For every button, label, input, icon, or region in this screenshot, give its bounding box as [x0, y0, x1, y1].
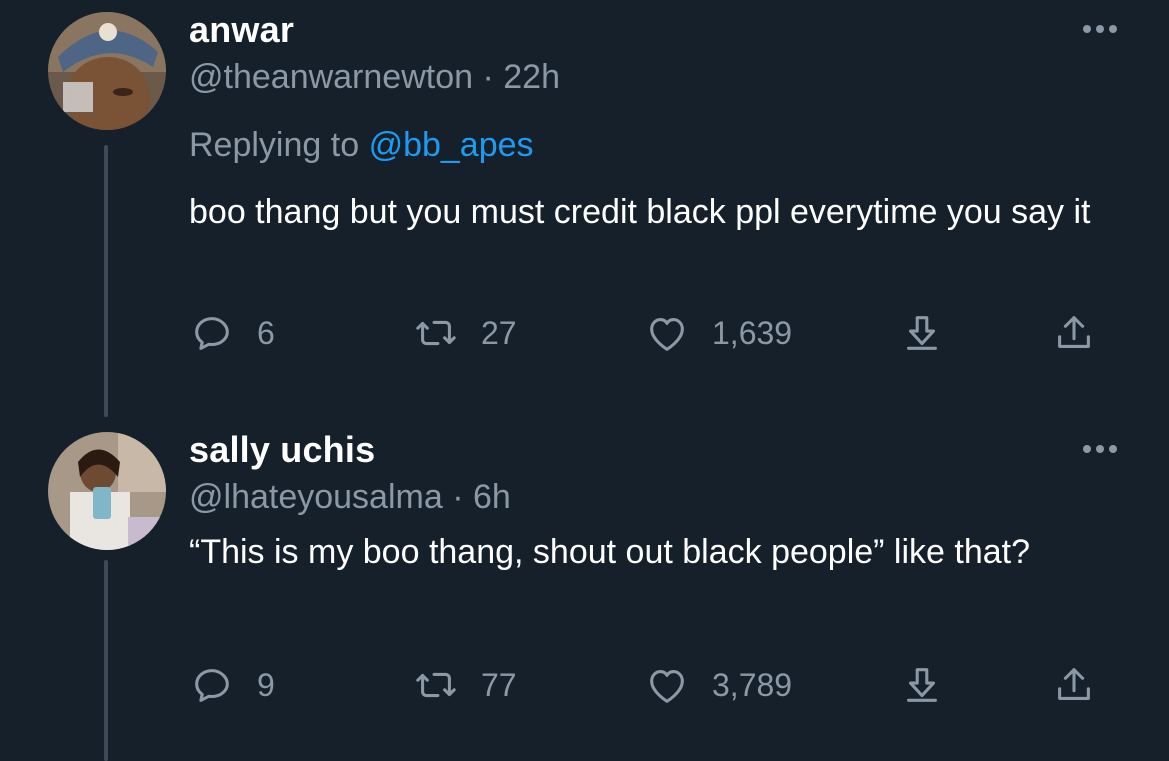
retweet-icon — [416, 320, 456, 346]
like-count: 1,639 — [712, 314, 793, 351]
retweet-button[interactable]: 77 — [413, 660, 517, 710]
tweet-sally[interactable]: sally uchis @lhateyousalma · 6h “This is… — [0, 420, 1169, 761]
like-button[interactable]: 3,789 — [644, 660, 792, 710]
tweet-meta: @theanwarnewton · 22h — [189, 54, 1109, 100]
download-icon — [907, 316, 937, 350]
display-name[interactable]: sally uchis — [189, 428, 1109, 472]
reply-icon — [195, 317, 229, 350]
reply-icon — [195, 669, 229, 702]
share-button[interactable] — [1051, 308, 1097, 358]
retweet-count: 27 — [481, 314, 517, 351]
avatar-image — [48, 12, 166, 130]
tweet-actions: 9 77 3,789 — [189, 660, 1109, 710]
retweet-count: 77 — [481, 666, 517, 703]
tweet-content: sally uchis @lhateyousalma · 6h “This is… — [189, 428, 1109, 578]
tweet-anwar[interactable]: anwar @theanwarnewton · 22h Replying to … — [0, 0, 1169, 420]
tweet-text: boo thang but you must credit black ppl … — [189, 193, 1091, 231]
thread-line — [104, 145, 108, 417]
tweet-content: anwar @theanwarnewton · 22h Replying to … — [189, 8, 1109, 238]
reply-count: 9 — [257, 666, 275, 703]
avatar-image — [48, 432, 166, 550]
reply-count: 6 — [257, 314, 275, 351]
download-button[interactable] — [899, 308, 945, 358]
avatar[interactable] — [48, 12, 166, 130]
retweet-button[interactable]: 27 — [413, 308, 517, 358]
reply-button[interactable]: 9 — [189, 660, 275, 710]
meta-separator: · — [452, 478, 464, 516]
replying-prefix: Replying to — [189, 126, 360, 164]
meta-separator: · — [482, 58, 494, 96]
tweet-time[interactable]: 6h — [473, 478, 511, 516]
tweet-meta: @lhateyousalma · 6h — [189, 474, 1109, 520]
user-handle[interactable]: @theanwarnewton — [189, 58, 473, 96]
share-button[interactable] — [1051, 660, 1097, 710]
like-button[interactable]: 1,639 — [644, 308, 792, 358]
tweet-time[interactable]: 22h — [503, 58, 560, 96]
tweet-text: “This is my boo thang, shout out black p… — [189, 533, 1031, 571]
retweet-icon — [416, 672, 456, 698]
download-button[interactable] — [899, 660, 945, 710]
avatar[interactable] — [48, 432, 166, 550]
share-icon — [1058, 316, 1090, 348]
reply-button[interactable]: 6 — [189, 308, 275, 358]
thread-line — [104, 560, 108, 761]
heart-icon — [650, 318, 684, 351]
download-icon — [907, 668, 937, 702]
user-handle[interactable]: @lhateyousalma — [189, 478, 443, 516]
replying-to: Replying to @bb_apes — [189, 122, 1109, 168]
like-count: 3,789 — [712, 666, 793, 703]
tweet-actions: 6 27 1,639 — [189, 308, 1109, 358]
display-name[interactable]: anwar — [189, 8, 1109, 52]
heart-icon — [650, 670, 684, 703]
replying-to-link[interactable]: @bb_apes — [369, 126, 534, 164]
share-icon — [1058, 668, 1090, 700]
